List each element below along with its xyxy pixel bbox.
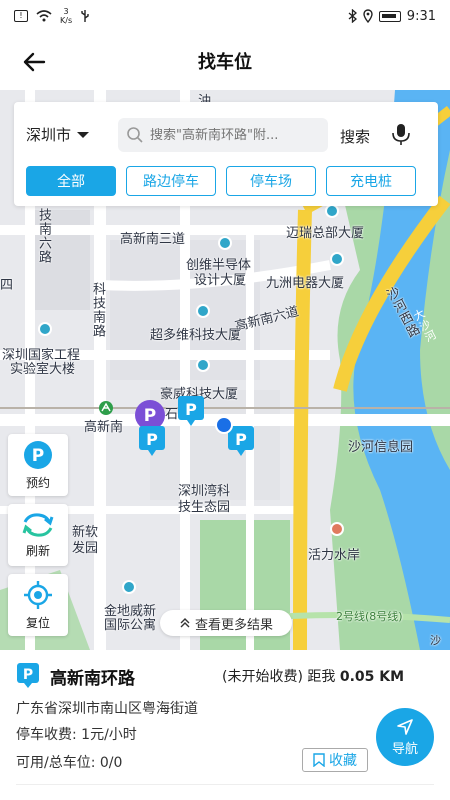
parking-icon: P (17, 663, 39, 688)
poi-marker[interactable] (325, 204, 339, 218)
tab-all[interactable]: 全部 (26, 166, 116, 196)
net-speed: 3 K/s (60, 7, 72, 25)
usb-icon (81, 10, 89, 22)
city-selector[interactable]: 深圳市 (26, 124, 90, 145)
navigate-label: 导航 (391, 741, 418, 757)
reserve-label: 预约 (25, 475, 50, 490)
relocate-button[interactable]: 复位 (8, 574, 68, 636)
tab-charging-pile[interactable]: 充电桩 (326, 166, 416, 196)
net-speed-unit: K/s (60, 16, 73, 25)
status-right: 9:31 (348, 9, 436, 24)
status-bar: ! 3 K/s 9:31 (0, 0, 450, 32)
parking-name: 高新南环路 (50, 668, 135, 689)
map-label: 高新南 (84, 420, 124, 435)
location-icon (363, 9, 373, 23)
parking-spaces: 可用/总车位: 0/0 (16, 755, 123, 771)
svg-text:P: P (23, 667, 33, 683)
map-label: 2号线(8号线) (336, 610, 403, 623)
status-left: ! 3 K/s (14, 7, 90, 25)
parking-address: 广东省深圳市南山区粤海街道 (16, 701, 198, 717)
caret-down-icon (77, 131, 90, 138)
parking-detail-panel: P 高新南环路 (未开始收费) 距我 0.05 KM 广东省深圳市南山区粤海街道… (0, 650, 450, 800)
filter-tabs: 全部 路边停车 停车场 充电桩 (26, 166, 416, 196)
parking-reserve-icon: P (24, 440, 52, 469)
poi-marker[interactable] (330, 252, 344, 266)
favorite-button[interactable]: 收藏 (302, 748, 368, 772)
net-speed-value: 3 (63, 7, 69, 16)
poi-marker[interactable] (196, 358, 210, 372)
svg-text:P: P (144, 406, 156, 426)
relocate-label: 复位 (25, 615, 50, 630)
alert-icon: ! (14, 10, 28, 22)
search-icon (127, 127, 143, 143)
refresh-icon (22, 512, 54, 537)
svg-text:P: P (235, 430, 247, 449)
poi-marker[interactable] (122, 580, 136, 594)
current-location-icon (215, 416, 233, 434)
refresh-button[interactable]: 刷新 (8, 504, 68, 566)
favorite-label: 收藏 (329, 753, 357, 769)
search-input[interactable] (150, 127, 325, 143)
battery-icon (378, 10, 401, 22)
tab-parking-lot[interactable]: 停车场 (226, 166, 316, 196)
map-label: 超多维科技大厦 (150, 328, 242, 343)
map-label: 国际公寓 (104, 618, 157, 633)
svg-text:P: P (146, 430, 158, 449)
map-label: 沙 (430, 634, 441, 647)
refresh-label: 刷新 (25, 543, 50, 558)
more-results-label: 查看更多结果 (194, 617, 273, 633)
navigate-button[interactable]: 导航 (376, 708, 434, 766)
bluetooth-icon (348, 9, 357, 23)
parking-fee: 停车收费: 1元/小时 (16, 727, 137, 743)
tab-roadside-parking[interactable]: 路边停车 (126, 166, 216, 196)
map-label: 设计大厦 (194, 273, 247, 288)
search-box[interactable] (118, 118, 328, 152)
page-title: 找车位 (198, 52, 252, 73)
chevron-up-double-icon (180, 618, 190, 628)
map-label: 实验室大楼 (10, 362, 76, 377)
back-arrow-icon[interactable] (20, 48, 48, 76)
distance-label: 距我 (307, 669, 336, 685)
divider (16, 784, 434, 785)
locate-crosshair-icon (24, 580, 52, 609)
poi-marker[interactable] (218, 236, 232, 250)
poi-marker[interactable] (196, 304, 210, 318)
clock: 9:31 (406, 8, 436, 24)
detail-header: P 高新南环路 (16, 662, 135, 690)
city-label: 深圳市 (26, 126, 72, 144)
app-root: ! 3 K/s 9:31 找车位 技南六路 高新南三道 迈瑞总部大厦 创维半导体… (0, 0, 450, 800)
map-label: 沙河信息园 (348, 440, 414, 455)
svg-text:P: P (32, 446, 44, 466)
reserve-button[interactable]: P 预约 (8, 434, 68, 496)
poi-marker[interactable] (38, 322, 52, 336)
map-label: 发园 (72, 541, 99, 556)
map-label: 活力水岸 (308, 548, 361, 563)
poi-marker[interactable] (330, 522, 344, 536)
more-results-button[interactable]: 查看更多结果 (160, 610, 292, 636)
map-label: 九洲电器大厦 (266, 276, 345, 291)
map-label: 四 (0, 278, 14, 293)
map-label: 技南六路 (36, 208, 51, 264)
parking-status-distance: (未开始收费) 距我 0.05 KM (222, 666, 404, 686)
map-label: 技生态园 (178, 500, 231, 515)
map-label: 迈瑞总部大厦 (286, 226, 365, 241)
parking-marker[interactable]: P (137, 424, 167, 458)
distance-value: 0.05 KM (339, 669, 405, 685)
search-button[interactable]: 搜索 (340, 126, 370, 147)
wifi-icon (36, 10, 52, 22)
navigation-arrow-icon (397, 718, 413, 735)
microphone-icon[interactable] (390, 122, 412, 146)
parking-marker[interactable]: P (176, 394, 206, 428)
metro-icon (99, 401, 113, 415)
search-panel: 深圳市 搜索 全部 路边停车 停车场 充电桩 (14, 102, 438, 206)
charging-status: (未开始收费) (222, 669, 303, 685)
title-bar: 找车位 (0, 32, 450, 90)
map-label: 科技南路 (90, 282, 105, 338)
map-label: 高新南三道 (120, 232, 186, 247)
svg-text:P: P (185, 400, 197, 419)
bookmark-icon (313, 753, 325, 767)
